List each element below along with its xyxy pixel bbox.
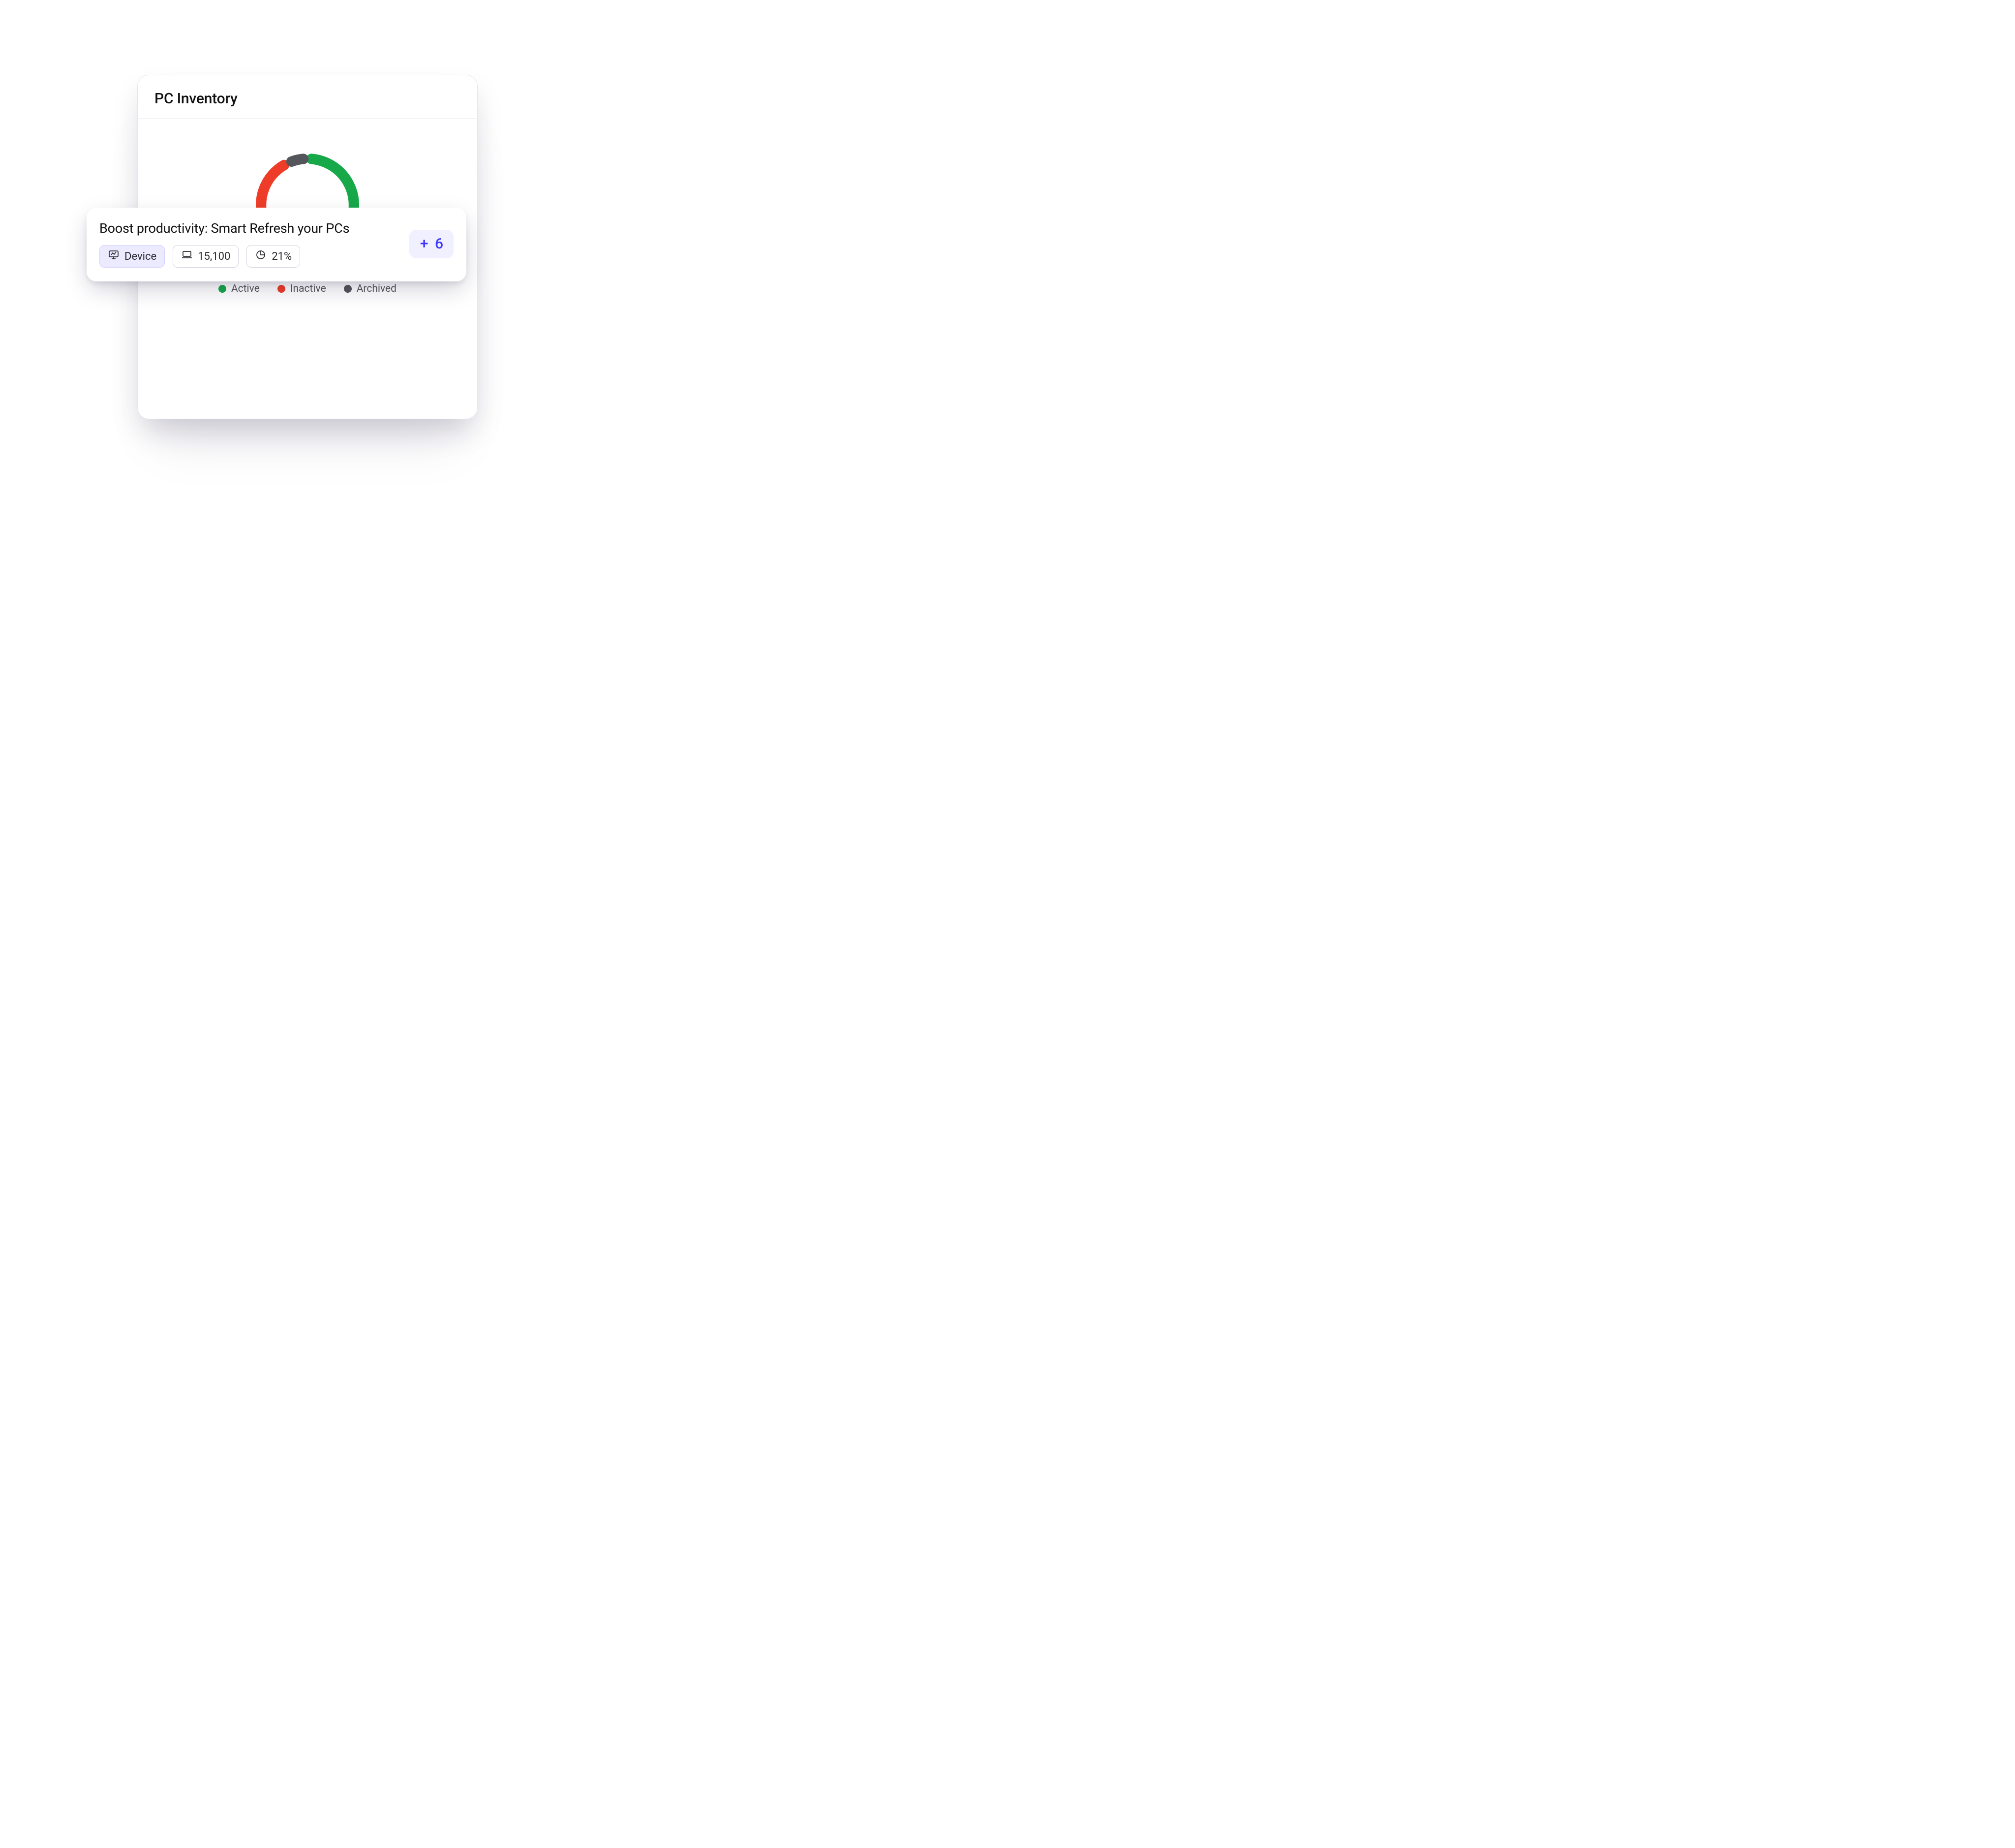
monitor-metrics-icon	[108, 249, 120, 264]
pie-chart-icon	[255, 249, 267, 264]
legend-item-active: Active	[218, 283, 260, 295]
card-title: PC Inventory	[154, 90, 460, 107]
legend-dot-icon	[277, 285, 285, 293]
legend-item-inactive: Inactive	[277, 283, 326, 295]
chip-label: Device	[124, 250, 156, 263]
laptop-icon	[181, 249, 193, 264]
card-header: PC Inventory	[138, 75, 477, 119]
legend-dot-icon	[344, 285, 352, 293]
banner-chip-row: Device 15,100 21%	[99, 245, 401, 268]
legend-label: Inactive	[290, 283, 326, 295]
legend-dot-icon	[218, 285, 226, 293]
chart-legend: Active Inactive Archived	[218, 283, 397, 295]
legend-item-archived: Archived	[344, 283, 397, 295]
chip-label: 21%	[272, 250, 292, 263]
legend-label: Active	[231, 283, 260, 295]
recommendation-banner[interactable]: Boost productivity: Smart Refresh your P…	[87, 208, 466, 281]
banner-title: Boost productivity: Smart Refresh your P…	[99, 220, 401, 236]
donut-segment-archived	[291, 159, 303, 161]
chip-device[interactable]: Device	[99, 245, 165, 268]
legend-label: Archived	[357, 283, 397, 295]
more-count-badge[interactable]: + 6	[409, 230, 454, 258]
chip-21-[interactable]: 21%	[246, 245, 300, 268]
chip-15-100[interactable]: 15,100	[173, 245, 239, 268]
chip-label: 15,100	[198, 250, 230, 263]
